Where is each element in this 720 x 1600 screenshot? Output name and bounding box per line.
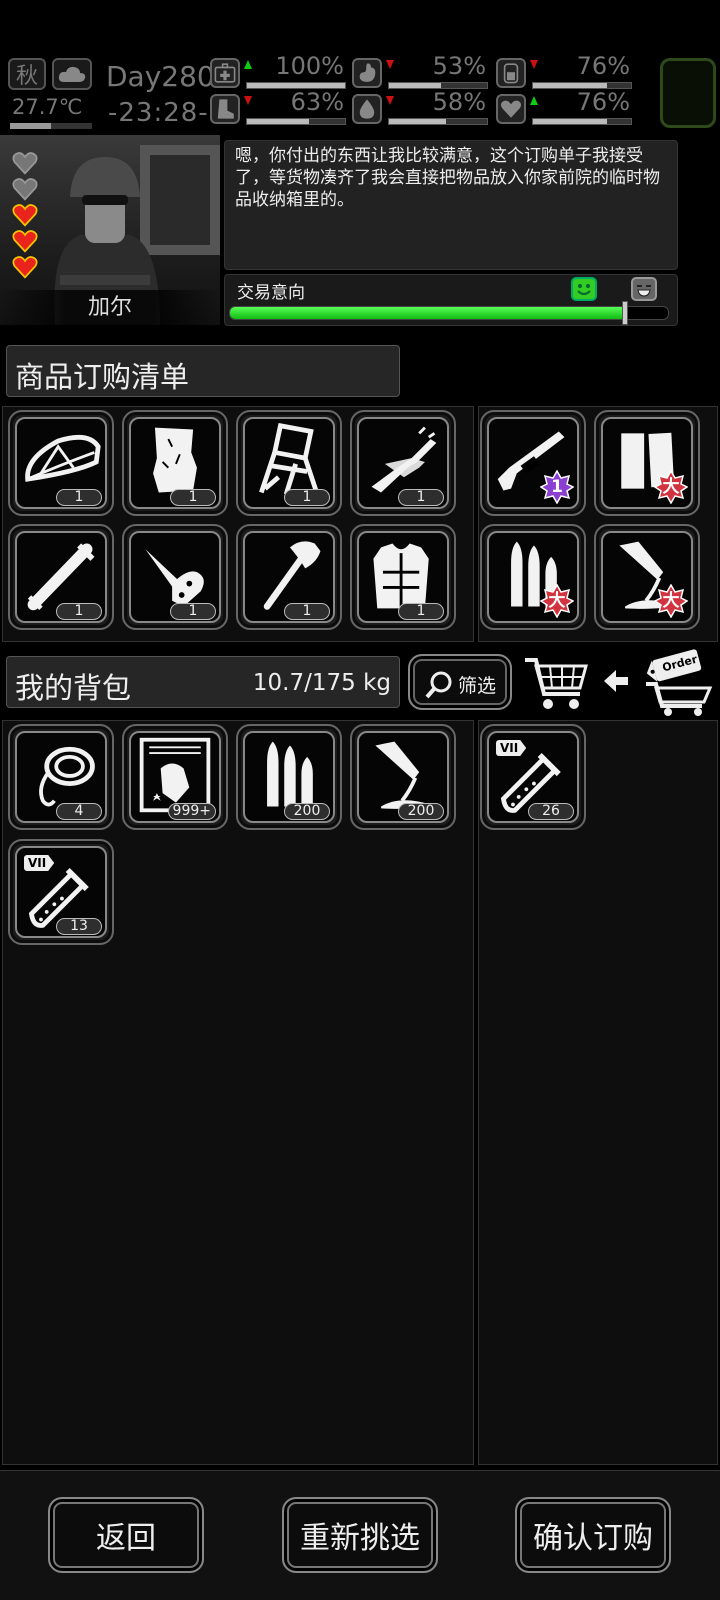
temperature-readout: 27.7℃ <box>12 95 83 119</box>
rarity-badge-label: 大 <box>662 477 680 497</box>
temperature-bar <box>10 123 92 129</box>
cart-icon[interactable] <box>522 652 590 714</box>
item-slot[interactable]: 4 <box>8 724 114 830</box>
item-slot[interactable]: 200 <box>350 724 456 830</box>
portrait-frame-button[interactable] <box>660 58 716 128</box>
npc-name: 加尔 <box>87 295 132 320</box>
stat-bar-fill <box>533 119 608 124</box>
item-quantity: 1 <box>398 603 444 620</box>
cloud-icon <box>58 66 86 82</box>
dialog-text: 嗯，你付出的东西让我比较满意，这个订购单子我接受了，等货物凑齐了我会直接把物品放… <box>235 146 660 210</box>
heart-filled-icon <box>12 204 38 227</box>
trade-order-screen: 秋 27.7℃ Day280 -23:28- 100% 53% 76% 63% 58% 7… <box>0 0 720 1600</box>
item-quantity: 1 <box>170 603 216 620</box>
stat-value: 63% <box>290 88 344 116</box>
heart-filled-icon <box>12 256 38 279</box>
trade-intent-label: 交易意向 <box>237 283 305 303</box>
trade-intent-bar <box>229 306 669 320</box>
item-slot[interactable]: 1 <box>480 410 586 516</box>
stat-value: 76% <box>576 88 630 116</box>
backpack-left-panel <box>2 720 474 1465</box>
item-slot[interactable]: 1 <box>8 410 114 516</box>
order-title: 商品订购清单 <box>15 360 190 394</box>
stat-bar-fill <box>389 119 446 124</box>
item-quantity: 13 <box>56 918 102 935</box>
order-cart-button[interactable]: Order <box>640 648 716 718</box>
arrow-left-icon <box>604 670 628 692</box>
stat-bar <box>532 118 632 125</box>
trade-intent-fill <box>230 307 625 319</box>
stat-value: 100% <box>275 52 344 80</box>
item-slot[interactable]: 大 <box>594 410 700 516</box>
stat-value: 58% <box>432 88 486 116</box>
item-quantity: 1 <box>56 603 102 620</box>
stat-bar <box>246 118 346 125</box>
stat-value: 53% <box>432 52 486 80</box>
season-label: 秋 <box>15 64 38 89</box>
season-box: 秋 <box>8 58 46 90</box>
heart-empty-icon <box>12 152 38 175</box>
confirm-order-button[interactable]: 确认订购 <box>515 1497 671 1573</box>
rarity-badge: 大 <box>539 583 575 619</box>
item-slot[interactable]: 999+ <box>122 724 228 830</box>
item-slot[interactable]: 大 <box>480 524 586 630</box>
item-slot[interactable]: 1 <box>350 524 456 630</box>
trade-intent-marker <box>622 301 628 325</box>
item-quantity: 1 <box>284 603 330 620</box>
tier-tag: VII <box>496 740 527 756</box>
item-slot[interactable]: 1 <box>8 524 114 630</box>
item-slot[interactable]: 1 <box>122 410 228 516</box>
item-quantity: 1 <box>170 489 216 506</box>
item-quantity: 200 <box>284 803 330 820</box>
clock-label: -23:28- <box>108 98 209 128</box>
item-quantity: 200 <box>398 803 444 820</box>
grin-face-icon <box>631 277 657 301</box>
trade-intent-panel: 交易意向 <box>224 274 678 326</box>
stat-value: 76% <box>576 52 630 80</box>
item-slot[interactable]: 200 <box>236 724 342 830</box>
item-slot[interactable]: VII 13 <box>8 839 114 945</box>
dialog-box: 嗯，你付出的东西让我比较满意，这个订购单子我接受了，等货物凑齐了我会直接把物品放… <box>224 140 678 270</box>
rarity-badge-label: 大 <box>548 591 566 611</box>
reselect-button[interactable]: 重新挑选 <box>282 1497 438 1573</box>
rarity-badge-label: 1 <box>551 477 563 497</box>
item-quantity: 1 <box>284 489 330 506</box>
item-slot[interactable]: 1 <box>236 524 342 630</box>
npc-name-plate: 加尔 <box>0 290 220 326</box>
item-quantity: 26 <box>528 803 574 820</box>
happy-face-icon <box>571 277 597 301</box>
heart-empty-icon <box>12 178 38 201</box>
rarity-badge: 1 <box>539 469 575 505</box>
item-quantity: 999+ <box>167 803 216 820</box>
filter-button[interactable]: 筛选 <box>408 654 512 710</box>
item-slot[interactable]: 大 <box>594 524 700 630</box>
backpack-title: 我的背包 <box>15 671 132 705</box>
item-quantity: 1 <box>398 489 444 506</box>
order-title-box: 商品订购清单 <box>6 345 400 397</box>
rarity-badge: 大 <box>653 469 689 505</box>
item-quantity: 1 <box>56 489 102 506</box>
magnifier-icon <box>425 671 452 699</box>
backpack-right-panel <box>478 720 718 1465</box>
heart-filled-icon <box>12 230 38 253</box>
rarity-badge: 大 <box>653 583 689 619</box>
backpack-title-box: 我的背包 10.7/175 kg <box>6 656 400 708</box>
tier-tag: VII <box>24 855 55 871</box>
item-slot[interactable]: VII 26 <box>480 724 586 830</box>
backpack-weight: 10.7/175 kg <box>252 670 391 696</box>
item-slot[interactable]: 1 <box>122 524 228 630</box>
item-quantity: 4 <box>56 803 102 820</box>
filter-label: 筛选 <box>458 675 497 697</box>
item-slot[interactable]: 1 <box>350 410 456 516</box>
day-label: Day280 <box>106 60 215 93</box>
back-button[interactable]: 返回 <box>48 1497 204 1573</box>
stat-bar-fill <box>247 119 309 124</box>
stat-bar <box>388 118 488 125</box>
weather-box <box>52 58 92 90</box>
rarity-badge-label: 大 <box>662 591 680 611</box>
item-slot[interactable]: 1 <box>236 410 342 516</box>
